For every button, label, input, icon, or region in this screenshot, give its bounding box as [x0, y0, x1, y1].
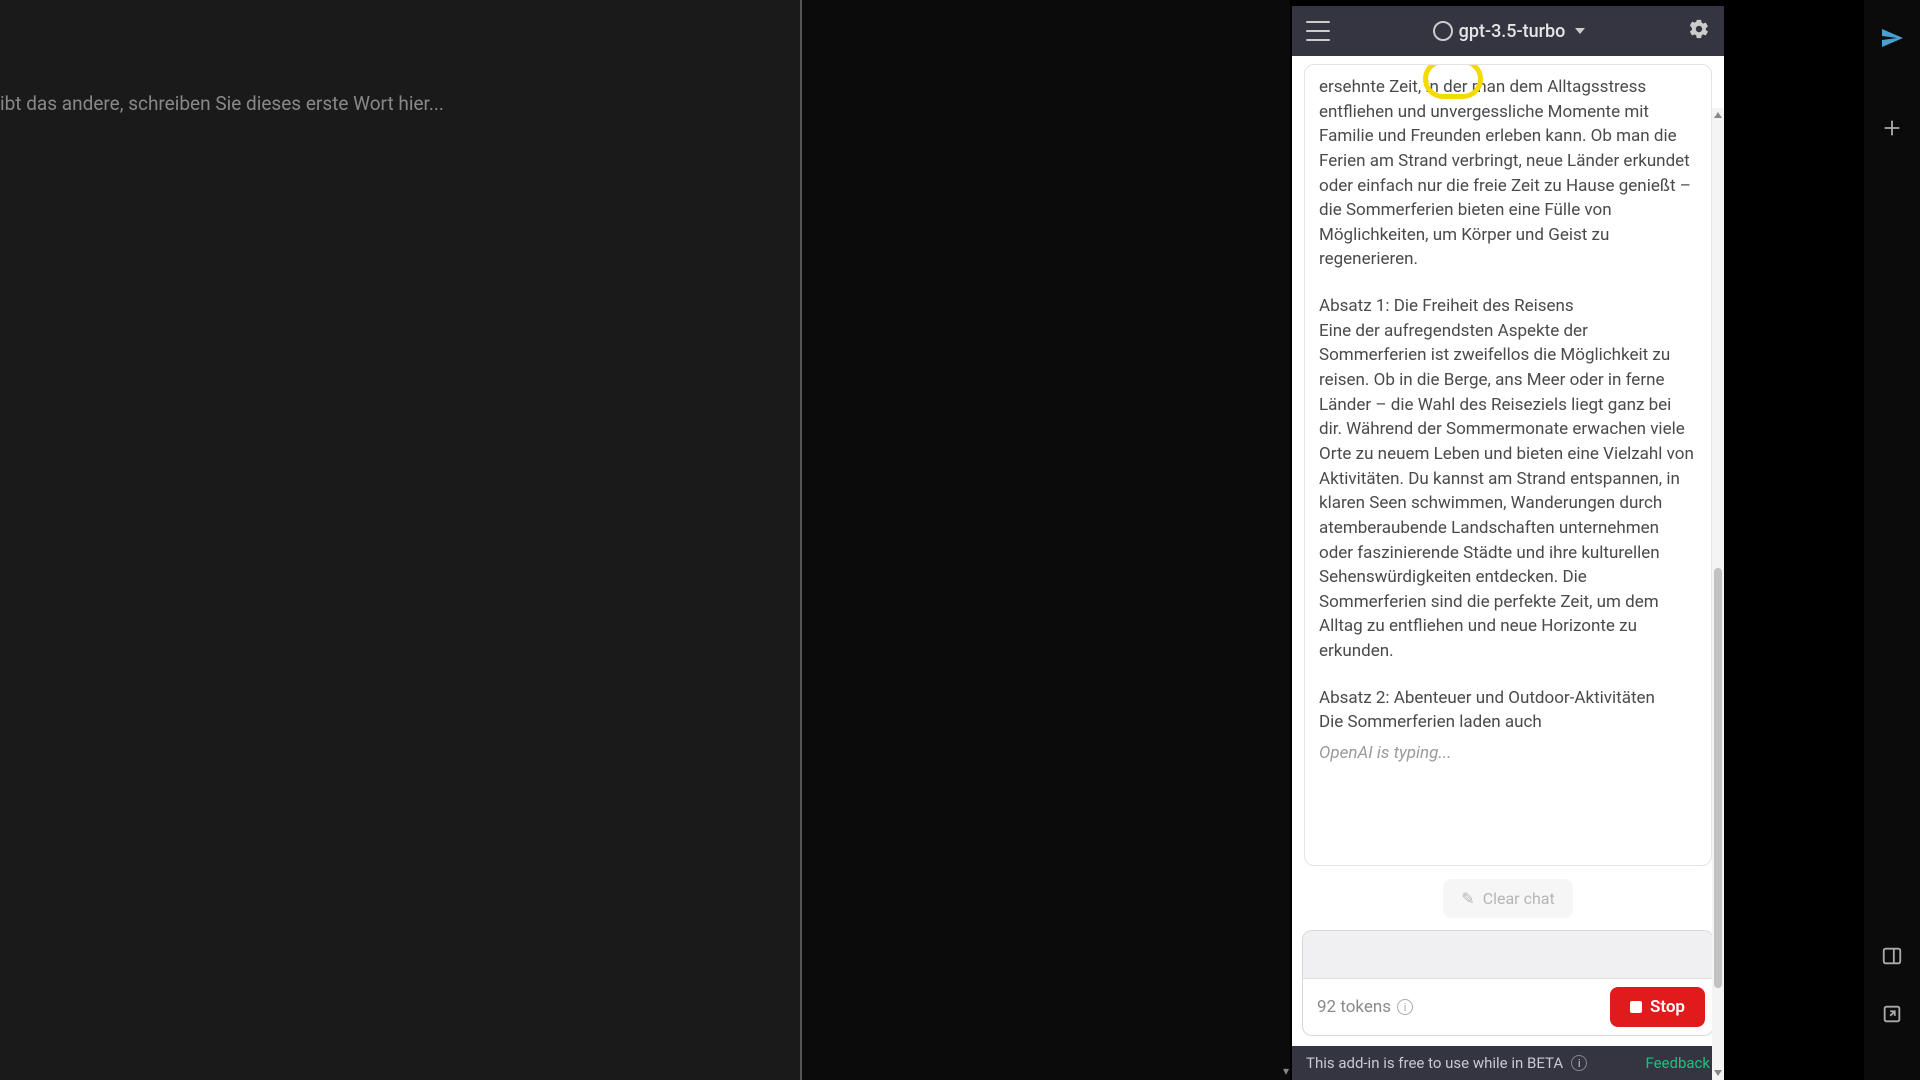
chat-input[interactable] [1303, 931, 1713, 979]
ai-chat-panel: gpt-3.5-turbo ersehnte Zeit, in der man … [1292, 6, 1724, 1080]
token-count-text: 92 tokens [1317, 997, 1391, 1017]
clear-chat-button[interactable]: ✎ Clear chat [1443, 879, 1572, 918]
chat-input-footer: 92 tokens i Stop [1303, 979, 1713, 1035]
chat-header: gpt-3.5-turbo [1292, 6, 1724, 56]
document-margin-pane [802, 0, 1290, 1080]
paper-plane-icon[interactable] [1878, 24, 1906, 52]
openai-logo-icon [1433, 21, 1453, 41]
document-editor-pane[interactable]: ibt das andere, schreiben Sie dieses ers… [0, 0, 800, 1080]
gear-icon[interactable] [1688, 18, 1710, 44]
feedback-link[interactable]: Feedback [1645, 1054, 1710, 1072]
assistant-message: ersehnte Zeit, in der man dem Alltagsstr… [1304, 64, 1712, 866]
stop-button[interactable]: Stop [1610, 987, 1705, 1027]
open-external-icon[interactable] [1878, 1000, 1906, 1028]
token-counter: 92 tokens i [1317, 997, 1413, 1017]
document-placeholder-text: ibt das andere, schreiben Sie dieses ers… [0, 92, 444, 115]
chevron-down-icon [1575, 28, 1585, 34]
plus-icon[interactable] [1878, 114, 1906, 142]
scroll-down-indicator[interactable]: ▾ [1280, 1064, 1292, 1080]
info-icon[interactable]: i [1571, 1055, 1587, 1071]
clear-chat-row: ✎ Clear chat [1292, 866, 1724, 930]
clear-chat-label: Clear chat [1483, 889, 1555, 908]
typing-indicator: OpenAI is typing... [1319, 741, 1697, 766]
message-paragraph: Absatz 1: Die Freiheit des Reisens Eine … [1319, 294, 1697, 664]
chat-body: ersehnte Zeit, in der man dem Alltagsstr… [1292, 56, 1724, 1080]
menu-icon[interactable] [1306, 21, 1330, 41]
scroll-down-arrow-icon[interactable] [1714, 1070, 1722, 1076]
stop-label: Stop [1650, 997, 1685, 1017]
scroll-up-arrow-icon[interactable] [1714, 112, 1722, 118]
chat-input-block: 92 tokens i Stop [1302, 930, 1714, 1036]
scrollbar-track[interactable] [1712, 108, 1724, 1080]
beta-text: This add-in is free to use while in BETA [1306, 1054, 1563, 1072]
panel-icon[interactable] [1878, 942, 1906, 970]
message-paragraph: ersehnte Zeit, in der man dem Alltagsstr… [1319, 75, 1697, 272]
info-icon[interactable]: i [1397, 999, 1413, 1015]
scrollbar-thumb[interactable] [1714, 568, 1722, 988]
broom-icon: ✎ [1461, 889, 1474, 908]
model-name: gpt-3.5-turbo [1459, 21, 1566, 42]
stop-square-icon [1630, 1001, 1642, 1013]
right-action-rail [1864, 0, 1920, 1080]
beta-bar: This add-in is free to use while in BETA… [1292, 1046, 1724, 1080]
message-paragraph: Absatz 2: Abenteuer und Outdoor-Aktivitä… [1319, 686, 1697, 735]
model-selector[interactable]: gpt-3.5-turbo [1433, 21, 1586, 42]
